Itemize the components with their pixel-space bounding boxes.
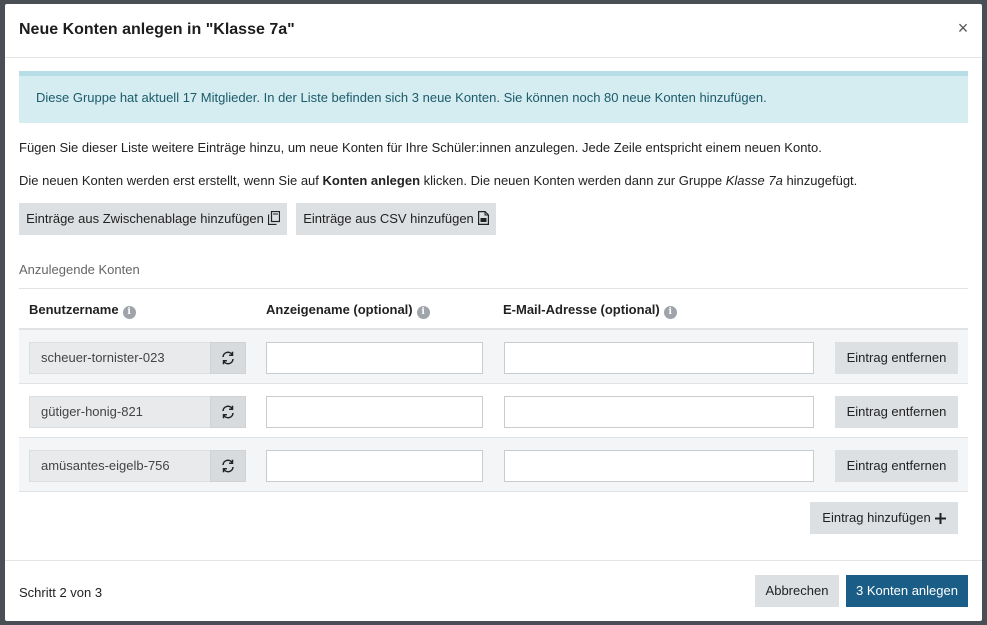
- remove-entry-button[interactable]: Eintrag entfernen: [835, 396, 958, 428]
- modal-header: Neue Konten anlegen in "Klasse 7a" ×: [5, 4, 982, 58]
- regenerate-username-button[interactable]: [210, 450, 246, 482]
- table-row: gütiger-honig-821 Eintrag entfernen: [19, 384, 968, 438]
- modal-title: Neue Konten anlegen in "Klasse 7a": [19, 21, 295, 38]
- import-csv-button[interactable]: Einträge aus CSV hinzufügen: [296, 203, 496, 235]
- close-button[interactable]: ×: [954, 18, 972, 38]
- step-indicator: Schritt 2 von 3: [19, 585, 103, 600]
- plus-icon: [934, 504, 946, 536]
- create-accounts-button[interactable]: 3 Konten anlegen: [846, 575, 968, 607]
- email-input[interactable]: [504, 396, 814, 428]
- refresh-icon: [222, 459, 234, 473]
- create-accounts-emphasis: Konten anlegen: [322, 173, 421, 188]
- username-field: amüsantes-eigelb-756: [29, 450, 210, 482]
- cancel-button[interactable]: Abbrechen: [755, 575, 839, 607]
- regenerate-username-button[interactable]: [210, 342, 246, 374]
- table-header: Benutzername i Anzeigename (optional) i E-…: [19, 288, 968, 330]
- username-field: scheuer-tornister-023: [29, 342, 210, 374]
- username-field: gütiger-honig-821: [29, 396, 210, 428]
- remove-entry-button[interactable]: Eintrag entfernen: [835, 450, 958, 482]
- info-icon[interactable]: i: [122, 306, 136, 319]
- info-alert-text: Diese Gruppe hat aktuell 17 Mitglieder. …: [36, 90, 767, 105]
- header-username: Benutzername i: [29, 302, 136, 319]
- accounts-table: Benutzername i Anzeigename (optional) i E-…: [19, 288, 968, 492]
- display-name-input[interactable]: [266, 396, 483, 428]
- remove-entry-button[interactable]: Eintrag entfernen: [835, 342, 958, 374]
- modal-footer: Schritt 2 von 3 Abbrechen 3 Konten anleg…: [5, 560, 982, 621]
- group-name-emphasis: Klasse 7a: [725, 173, 783, 188]
- regenerate-username-button[interactable]: [210, 396, 246, 428]
- table-row: scheuer-tornister-023 Eintrag entfernen: [19, 330, 968, 384]
- refresh-icon: [222, 351, 234, 365]
- info-icon[interactable]: i: [416, 306, 430, 319]
- add-entry-button[interactable]: Eintrag hinzufügen: [810, 502, 958, 534]
- email-input[interactable]: [504, 342, 814, 374]
- clipboard-copy-icon: [267, 205, 280, 237]
- header-display-name: Anzeigename (optional) i: [266, 302, 430, 319]
- email-input[interactable]: [504, 450, 814, 482]
- csv-file-icon: [477, 205, 489, 237]
- section-label: Anzulegende Konten: [19, 262, 140, 277]
- import-clipboard-button[interactable]: Einträge aus Zwischenablage hinzufügen: [19, 203, 287, 235]
- intro-text-2: Die neuen Konten werden erst erstellt, w…: [19, 173, 858, 188]
- info-icon[interactable]: i: [663, 306, 677, 319]
- info-alert: Diese Gruppe hat aktuell 17 Mitglieder. …: [19, 71, 968, 123]
- refresh-icon: [222, 405, 234, 419]
- intro-text-1: Fügen Sie dieser Liste weitere Einträge …: [19, 140, 822, 155]
- table-row: amüsantes-eigelb-756 Eintrag entfernen: [19, 438, 968, 492]
- create-accounts-modal: Neue Konten anlegen in "Klasse 7a" × Die…: [5, 4, 982, 621]
- display-name-input[interactable]: [266, 342, 483, 374]
- header-email: E-Mail-Adresse (optional) i: [503, 302, 677, 319]
- display-name-input[interactable]: [266, 450, 483, 482]
